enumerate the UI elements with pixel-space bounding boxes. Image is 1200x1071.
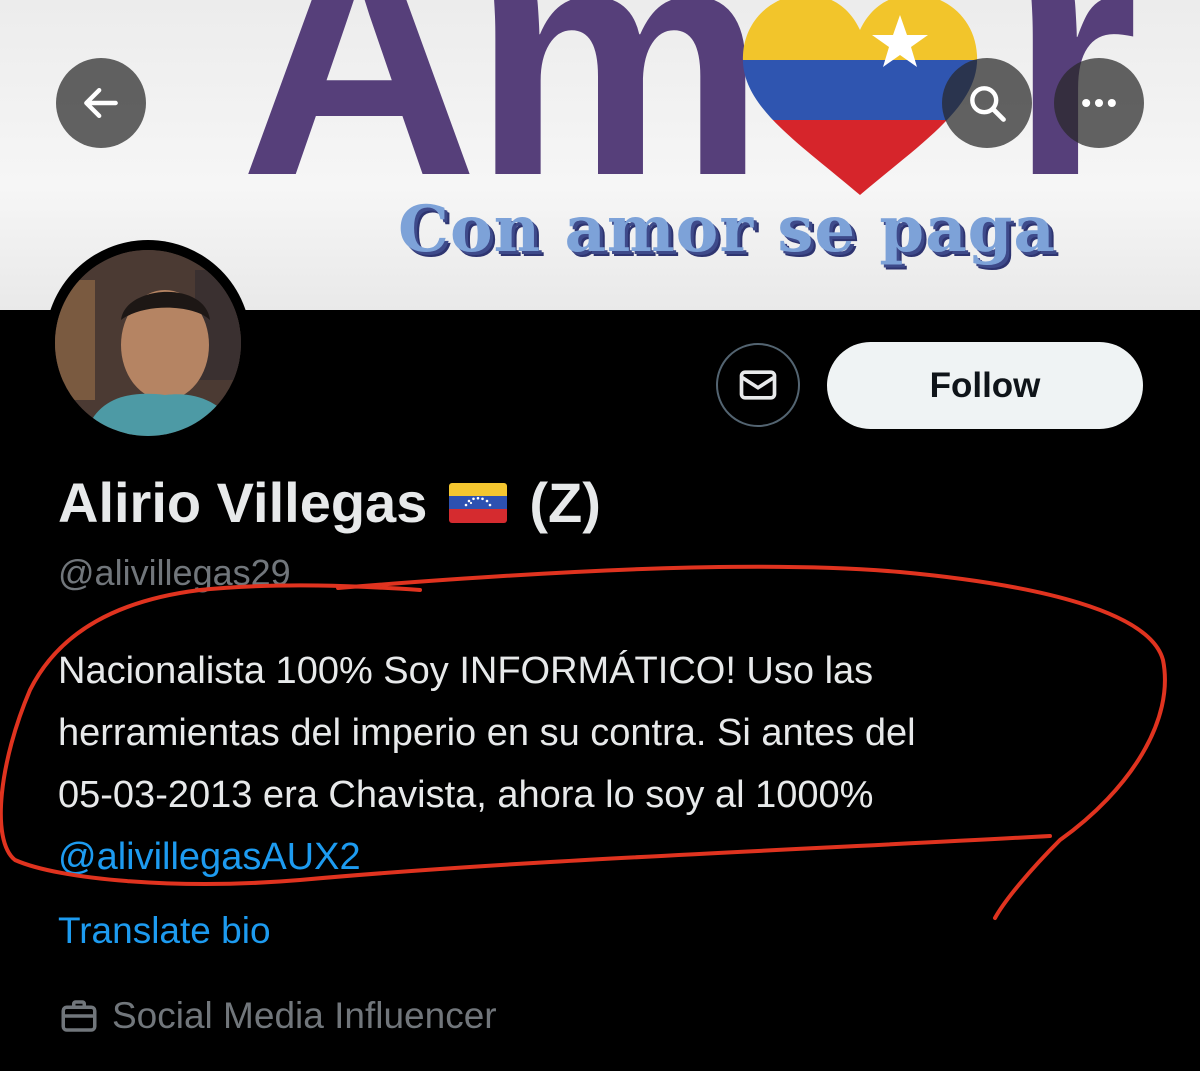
profile-job: Social Media Influencer [58, 995, 497, 1037]
follow-button[interactable]: Follow [827, 342, 1143, 429]
search-icon [970, 86, 1006, 122]
more-horizontal-icon [1082, 98, 1116, 108]
display-name-text: Alirio Villegas [58, 471, 428, 534]
user-handle: @alivillegas29 [58, 552, 291, 593]
back-button[interactable] [56, 58, 146, 148]
avatar[interactable] [45, 240, 251, 446]
message-button[interactable] [716, 343, 800, 427]
bio-mention-link[interactable]: @alivillegasAUX2 [58, 826, 1118, 888]
bio-line: herramientas del imperio en su contra. S… [58, 712, 916, 754]
search-button[interactable] [942, 58, 1032, 148]
envelope-icon [739, 370, 777, 400]
banner-tagline: Con amor se paga [398, 192, 1056, 267]
profile-bio: Nacionalista 100% Soy INFORMÁTICO! Uso l… [58, 640, 1118, 888]
venezuela-flag-icon [449, 482, 508, 523]
translate-bio-link[interactable]: Translate bio [58, 910, 271, 952]
display-name: Alirio Villegas (Z) [58, 470, 601, 535]
bio-line: 05-03-2013 era Chavista, ahora lo soy al… [58, 774, 874, 816]
avatar-photo [55, 250, 241, 436]
more-options-button[interactable] [1054, 58, 1144, 148]
display-name-suffix: (Z) [529, 471, 601, 534]
arrow-left-icon [84, 87, 118, 119]
job-text: Social Media Influencer [112, 995, 497, 1036]
briefcase-icon [61, 1000, 97, 1032]
bio-line: Nacionalista 100% Soy INFORMÁTICO! Uso l… [58, 650, 874, 692]
